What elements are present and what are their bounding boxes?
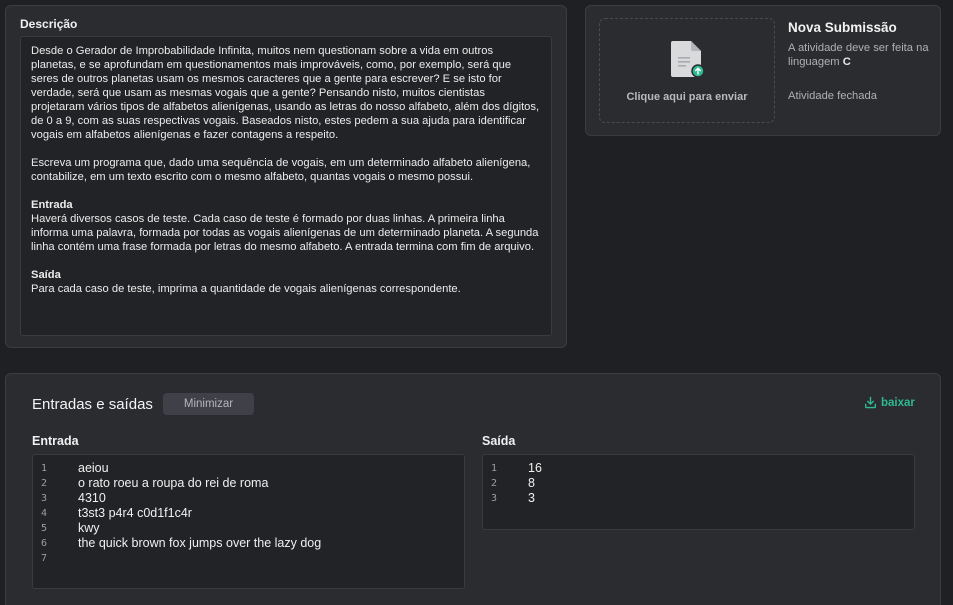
code-line: 1 16 bbox=[483, 461, 914, 476]
code-line: 3 4310 bbox=[33, 491, 464, 506]
language-info-text: A atividade deve ser feita na linguagem bbox=[788, 42, 929, 68]
line-number: 3 bbox=[491, 493, 498, 504]
line-number: 2 bbox=[491, 478, 498, 489]
description-card: Descrição Desde o Gerador de Improbabili… bbox=[5, 5, 567, 348]
download-label: baixar bbox=[881, 396, 915, 409]
output-section-title: Saída bbox=[31, 269, 61, 281]
description-paragraph: Escreva um programa que, dado uma sequên… bbox=[31, 157, 531, 183]
line-text: aeiou bbox=[78, 461, 109, 475]
line-text: t3st3 p4r4 c0d1f1c4r bbox=[78, 506, 192, 520]
language-name: C bbox=[842, 56, 851, 68]
input-section: Entrada Haverá diversos casos de teste. … bbox=[31, 198, 541, 254]
download-icon bbox=[864, 396, 877, 409]
line-number: 5 bbox=[41, 523, 48, 534]
line-number: 1 bbox=[41, 463, 48, 474]
line-number: 6 bbox=[41, 538, 48, 549]
line-number: 7 bbox=[41, 553, 48, 564]
submission-card: Clique aqui para enviar Nova Submissão A… bbox=[585, 5, 941, 136]
line-text: the quick brown fox jumps over the lazy … bbox=[78, 536, 322, 550]
activity-status: Atividade fechada bbox=[788, 90, 877, 102]
file-upload-icon bbox=[671, 41, 705, 78]
line-number: 4 bbox=[41, 508, 48, 519]
download-link[interactable]: baixar bbox=[864, 396, 915, 409]
code-line: 7 bbox=[33, 551, 464, 566]
code-line: 1 aeiou bbox=[33, 461, 464, 476]
submission-title: Nova Submissão bbox=[788, 20, 897, 35]
code-line: 2 o rato roeu a roupa do rei de roma bbox=[33, 476, 464, 491]
submission-language-info: A atividade deve ser feita na linguagem … bbox=[788, 41, 933, 69]
line-text: 8 bbox=[528, 476, 535, 490]
upload-dropzone[interactable]: Clique aqui para enviar bbox=[599, 18, 775, 123]
line-text: 4310 bbox=[78, 491, 106, 505]
line-text: 16 bbox=[528, 461, 542, 475]
output-section: Saída Para cada caso de teste, imprima a… bbox=[31, 268, 541, 296]
code-line: 33 bbox=[483, 491, 914, 506]
description-title: Descrição bbox=[20, 17, 78, 31]
input-editor[interactable]: 1 aeiou 2 o rato roeu a roupa do rei de rom… bbox=[32, 454, 465, 589]
output-editor[interactable]: 1 16 2 8 3 3 bbox=[482, 454, 915, 530]
line-text: kwy bbox=[78, 521, 100, 535]
description-text-box: Desde o Gerador de Improbabilidade Infin… bbox=[20, 36, 552, 336]
input-section-text: Haverá diversos casos de teste. Cada cas… bbox=[31, 213, 539, 253]
io-title: Entradas e saídas bbox=[32, 396, 153, 413]
upload-label: Clique aqui para enviar bbox=[626, 91, 748, 103]
input-section-title: Entrada bbox=[31, 199, 73, 211]
minimize-button[interactable]: Minimizar bbox=[163, 393, 254, 415]
line-number: 2 bbox=[41, 478, 48, 489]
code-line: 4 t3st3 p4r4 c0d1f1c4r bbox=[33, 506, 464, 521]
line-number: 1 bbox=[491, 463, 498, 474]
line-number: 3 bbox=[41, 493, 48, 504]
line-text: 3 bbox=[528, 491, 535, 505]
description-paragraph: Desde o Gerador de Improbabilidade Infin… bbox=[31, 45, 540, 141]
io-card: Entradas e saídas Minimizar baixar Entra… bbox=[5, 373, 941, 605]
output-section-text: Para cada caso de teste, imprima a quant… bbox=[31, 283, 461, 295]
code-line: 5 kwy bbox=[33, 521, 464, 536]
input-label: Entrada bbox=[32, 434, 79, 448]
line-text: o rato roeu a roupa do rei de roma bbox=[78, 476, 269, 490]
code-line: 6 the quick brown fox jumps over the lazy… bbox=[33, 536, 464, 551]
output-label: Saída bbox=[482, 434, 516, 448]
code-line: 28 bbox=[483, 476, 914, 491]
